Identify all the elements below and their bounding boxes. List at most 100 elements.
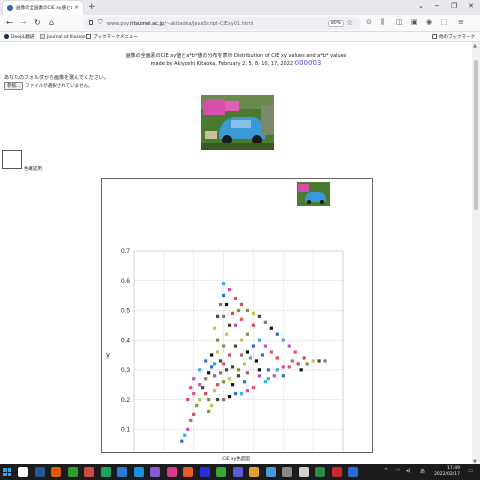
file-prompt: あなたのフォルダから画像を選んでください。 [4, 75, 109, 81]
scroll-up-icon[interactable]: ▲ [473, 43, 477, 49]
data-point [299, 368, 303, 372]
data-point [272, 374, 276, 378]
data-point [198, 383, 202, 387]
reload-icon[interactable]: ↻ [34, 18, 41, 27]
browse-button[interactable]: 参照... [4, 82, 24, 90]
data-point [281, 374, 285, 378]
restore-icon[interactable]: ❐ [451, 2, 457, 10]
taskbar-app-icon[interactable] [133, 467, 144, 477]
account-icon[interactable]: ◉ [426, 18, 432, 26]
minimize-icon[interactable]: − [434, 2, 440, 10]
close-window-icon[interactable]: ✕ [468, 2, 474, 10]
bookmark-star-icon[interactable]: ☆ [346, 18, 353, 27]
bookmark-menu[interactable]: ブックマークメニュー [86, 34, 138, 40]
taskbar-app-icon[interactable] [150, 467, 160, 477]
taskbar-app-icon[interactable] [183, 467, 193, 477]
data-point [227, 288, 232, 292]
taskbar-app-icon[interactable] [18, 467, 28, 477]
data-point [224, 302, 229, 307]
y-tick-label: 0.7 [121, 248, 130, 255]
plot-area [133, 250, 344, 452]
data-point [213, 326, 217, 330]
tab-close-icon[interactable]: × [74, 4, 79, 11]
taskbar-app-icon[interactable] [117, 467, 127, 477]
taskbar-app-icon[interactable] [51, 467, 61, 477]
data-point [227, 377, 232, 381]
data-point [210, 353, 214, 357]
data-point [239, 353, 244, 357]
scroll-thumb[interactable] [474, 60, 478, 210]
data-point [245, 308, 250, 313]
menu-icon[interactable]: ≡ [458, 18, 464, 26]
data-point [216, 350, 220, 354]
taskbar-app-icon[interactable] [348, 467, 358, 477]
taskbar-app-icon[interactable] [199, 467, 210, 477]
clock[interactable]: 17:49 2022/02/17 [434, 466, 460, 478]
data-point [260, 353, 264, 357]
pocket-icon[interactable]: ⊙ [366, 18, 372, 26]
tray-chevron-icon[interactable]: ^ [384, 468, 388, 474]
file-input[interactable]: 参照... ファイルが選択されていません。 [4, 82, 93, 90]
file-status: ファイルが選択されていません。 [25, 84, 93, 89]
data-point [224, 368, 229, 372]
sidebar-icon[interactable]: ◫ [396, 18, 403, 26]
data-point [221, 282, 226, 286]
data-point [275, 368, 279, 372]
data-point [192, 392, 196, 396]
taskbar-app-icon[interactable] [100, 467, 111, 477]
taskbar-app-icon[interactable] [249, 467, 259, 477]
bookmark-journal[interactable]: Journal of Illusion [40, 34, 86, 40]
bookmarks-bar: DeepL翻訳 Journal of Illusion ブックマークメニュー 他… [0, 32, 480, 42]
notification-icon[interactable]: ▭ [468, 468, 473, 474]
data-point [251, 386, 256, 390]
start-icon[interactable] [3, 468, 11, 476]
bookmark-deepl[interactable]: DeepL翻訳 [4, 34, 34, 40]
library-icon[interactable]: ⫼ [381, 18, 384, 27]
new-tab-button[interactable]: + [88, 2, 96, 12]
data-point [204, 392, 208, 396]
data-point [221, 344, 226, 348]
data-point [216, 397, 220, 402]
taskbar-app-icon[interactable] [216, 467, 226, 477]
taskbar-app-icon[interactable] [67, 467, 78, 477]
home-icon[interactable]: ⌂ [49, 18, 54, 27]
data-point [230, 383, 235, 387]
data-point [239, 317, 244, 321]
tab-list-icon[interactable]: ⌄ [418, 2, 424, 10]
volume-icon[interactable]: ◂) [406, 468, 410, 474]
browser-tab[interactable]: 画像の全画素のCIE xy値とa*b*値 × [3, 1, 83, 15]
other-bookmarks[interactable]: 他のブックマーク [432, 34, 475, 40]
data-point [210, 403, 214, 408]
data-point [221, 397, 226, 402]
ime-icon[interactable]: あ [420, 468, 425, 475]
taskbar-app-icon[interactable] [34, 467, 45, 477]
forward-icon[interactable]: → [20, 18, 27, 27]
data-point [216, 338, 220, 342]
screenshot-icon[interactable]: ⬚ [441, 18, 448, 26]
taskbar-app-icon[interactable] [315, 467, 325, 477]
address-bar[interactable]: ⛉ www.psy.ritsumei.ac.jp/~akitaoka/JavaS… [84, 17, 360, 30]
wifi-icon[interactable]: ◠ [396, 468, 400, 474]
data-point [245, 371, 250, 375]
taskbar: ^ ◠ ◂) あ 17:49 2022/02/17 ▭ [0, 464, 480, 480]
back-icon[interactable]: ← [6, 18, 13, 27]
y-axis-label: y [106, 352, 110, 359]
data-point [218, 359, 223, 363]
page-subtitle: made by Akiyoshi Kitaoka, February 2, 5,… [150, 59, 322, 67]
taskbar-app-icon[interactable] [232, 467, 243, 477]
url-text[interactable]: www.psy.ritsumei.ac.jp/~akitaoka/JavaScr… [107, 21, 253, 27]
taskbar-app-icon[interactable] [265, 467, 276, 477]
taskbar-app-icon[interactable] [282, 467, 292, 477]
taskbar-app-icon[interactable] [331, 467, 342, 477]
extension-icon[interactable]: ▣ [411, 18, 418, 26]
data-point [198, 368, 202, 372]
zoom-level[interactable]: 80% [328, 20, 345, 27]
taskbar-app-icon[interactable] [166, 467, 177, 477]
counter-link[interactable]: 000003 [295, 59, 322, 67]
taskbar-app-icon[interactable] [84, 467, 94, 477]
page-title: 画像の全画素のCIE xy値とa*b*値の分布を表示 Distribution … [125, 53, 347, 59]
tracking-shield-icon[interactable]: ⛉ [98, 19, 103, 27]
data-point [311, 359, 315, 363]
taskbar-app-icon[interactable] [298, 467, 309, 477]
page-scrollbar[interactable]: ▲ ▼ [472, 42, 480, 466]
